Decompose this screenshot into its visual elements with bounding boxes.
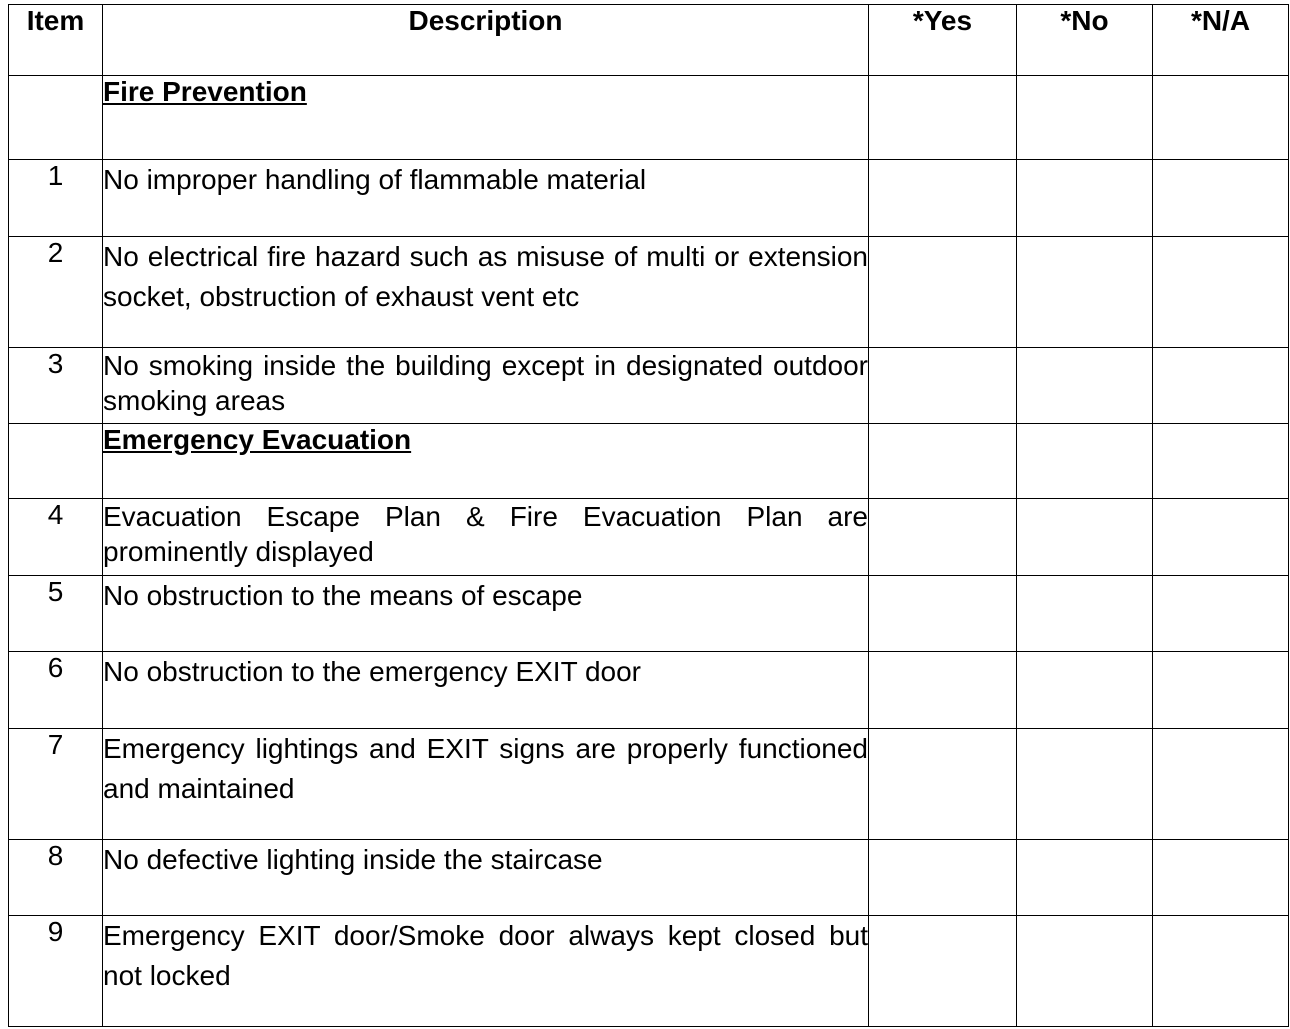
item-number: 3 (8, 347, 103, 424)
description-text: No electrical fire hazard such as misuse… (103, 241, 868, 312)
description-text: No improper handling of flammable materi… (103, 164, 647, 195)
table-row: 1 No improper handling of flammable mate… (8, 159, 1289, 237)
section-title-emergency-evacuation: Emergency Evacuation (102, 423, 869, 499)
table-row: 5 No obstruction to the means of escape (8, 575, 1289, 652)
no-cell[interactable] (1016, 159, 1153, 237)
item-number: 6 (8, 651, 103, 729)
description-text: No obstruction to the emergency EXIT doo… (103, 656, 641, 687)
yes-cell[interactable] (868, 236, 1017, 348)
table-row: 2 No electrical fire hazard such as misu… (8, 236, 1289, 348)
item-description: No obstruction to the means of escape (102, 575, 869, 652)
header-row: Item Description *Yes *No *N/A (8, 4, 1289, 76)
na-cell[interactable] (1152, 651, 1289, 729)
item-description: Emergency lightings and EXIT signs are p… (102, 728, 869, 840)
item-number: 1 (8, 159, 103, 237)
header-description: Description (102, 4, 869, 76)
item-number (8, 423, 103, 499)
na-cell[interactable] (1152, 728, 1289, 840)
no-cell[interactable] (1016, 839, 1153, 916)
section-title-fire-prevention: Fire Prevention (102, 75, 869, 160)
yes-cell[interactable] (868, 728, 1017, 840)
no-cell[interactable] (1016, 236, 1153, 348)
na-cell[interactable] (1152, 839, 1289, 916)
description-text: No obstruction to the means of escape (103, 580, 583, 611)
item-description: No defective lighting inside the stairca… (102, 839, 869, 916)
description-text: Emergency EXIT door/Smoke door always ke… (103, 920, 868, 991)
yes-cell[interactable] (868, 498, 1017, 576)
no-cell[interactable] (1016, 575, 1153, 652)
no-cell[interactable] (1016, 347, 1153, 424)
na-cell[interactable] (1152, 75, 1289, 160)
item-number: 8 (8, 839, 103, 916)
na-cell[interactable] (1152, 915, 1289, 1027)
na-cell[interactable] (1152, 347, 1289, 424)
item-description: Evacuation Escape Plan & Fire Evacuation… (102, 498, 869, 576)
no-cell[interactable] (1016, 498, 1153, 576)
item-description: No electrical fire hazard such as misuse… (102, 236, 869, 348)
na-cell[interactable] (1152, 236, 1289, 348)
description-text: Evacuation Escape Plan & Fire Evacuation… (103, 501, 868, 567)
item-number: 7 (8, 728, 103, 840)
description-text: No smoking inside the building except in… (103, 350, 868, 416)
header-no: *No (1016, 4, 1153, 76)
no-cell[interactable] (1016, 75, 1153, 160)
no-cell[interactable] (1016, 423, 1153, 499)
description-text: Emergency lightings and EXIT signs are p… (103, 733, 868, 804)
description-text: No defective lighting inside the stairca… (103, 844, 603, 875)
table-row: 8 No defective lighting inside the stair… (8, 839, 1289, 916)
no-cell[interactable] (1016, 915, 1153, 1027)
yes-cell[interactable] (868, 347, 1017, 424)
table-row: 3 No smoking inside the building except … (8, 347, 1289, 424)
na-cell[interactable] (1152, 575, 1289, 652)
table-row: 9 Emergency EXIT door/Smoke door always … (8, 915, 1289, 1027)
header-na: *N/A (1152, 4, 1289, 76)
item-number: 9 (8, 915, 103, 1027)
yes-cell[interactable] (868, 575, 1017, 652)
table-row: 6 No obstruction to the emergency EXIT d… (8, 651, 1289, 729)
table-row: 4 Evacuation Escape Plan & Fire Evacuati… (8, 498, 1289, 576)
header-item: Item (8, 4, 103, 76)
header-yes: *Yes (868, 4, 1017, 76)
item-description: No improper handling of flammable materi… (102, 159, 869, 237)
yes-cell[interactable] (868, 651, 1017, 729)
table-row: 7 Emergency lightings and EXIT signs are… (8, 728, 1289, 840)
no-cell[interactable] (1016, 651, 1153, 729)
item-number (8, 75, 103, 160)
section-row: Fire Prevention (8, 75, 1289, 160)
section-row: Emergency Evacuation (8, 423, 1289, 499)
yes-cell[interactable] (868, 159, 1017, 237)
na-cell[interactable] (1152, 498, 1289, 576)
item-number: 2 (8, 236, 103, 348)
yes-cell[interactable] (868, 915, 1017, 1027)
na-cell[interactable] (1152, 159, 1289, 237)
item-number: 5 (8, 575, 103, 652)
na-cell[interactable] (1152, 423, 1289, 499)
checklist-table: Item Description *Yes *No *N/A Fire Prev… (8, 4, 1289, 1027)
yes-cell[interactable] (868, 75, 1017, 160)
item-description: No smoking inside the building except in… (102, 347, 869, 424)
no-cell[interactable] (1016, 728, 1153, 840)
yes-cell[interactable] (868, 423, 1017, 499)
item-description: No obstruction to the emergency EXIT doo… (102, 651, 869, 729)
yes-cell[interactable] (868, 839, 1017, 916)
item-number: 4 (8, 498, 103, 576)
item-description: Emergency EXIT door/Smoke door always ke… (102, 915, 869, 1027)
